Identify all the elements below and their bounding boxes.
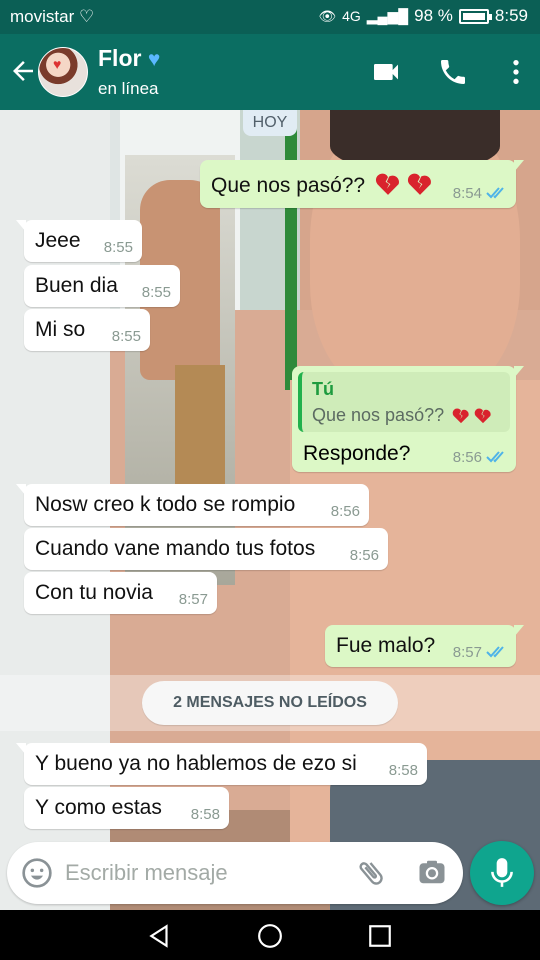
attach-icon[interactable] (355, 856, 387, 890)
message-incoming[interactable]: Y como estas 8:58 (24, 787, 229, 829)
message-text: Buen dia (35, 274, 118, 297)
broken-heart-icon (375, 173, 399, 195)
message-input[interactable] (65, 858, 345, 888)
message-text: Y como estas (35, 796, 162, 819)
message-text: Y bueno ya no hablemos de ezo si (35, 752, 357, 775)
message-time: 8:55 (103, 239, 133, 256)
mic-icon (491, 858, 513, 887)
message-time: 8:57 (178, 591, 208, 608)
battery-icon (458, 8, 492, 24)
nav-back-icon[interactable] (147, 923, 173, 949)
contact-status: en línea (98, 79, 159, 98)
message-time: 8:55 (141, 284, 171, 301)
message-incoming[interactable]: Mi so 8:55 (24, 309, 150, 351)
more-vert-icon[interactable] (500, 56, 532, 88)
message-time: 8:54 (452, 185, 482, 202)
network-label: 4G (342, 8, 361, 24)
message-time: 8:58 (190, 806, 220, 823)
message-time: 8:56 (349, 547, 379, 564)
date-chip: HOY (243, 110, 297, 136)
unread-divider: 2 MENSAJES NO LEÍDOS (0, 675, 540, 731)
chat-header: ♥ Flor ♥ en línea (0, 34, 540, 110)
quote-author: Tú (312, 379, 334, 399)
clock: 8:59 (494, 6, 528, 25)
signal-icon: ▂▄▆█ (366, 7, 409, 24)
message-text: Jeee (35, 229, 81, 252)
message-text: Nosw creo k todo se rompio (35, 493, 296, 516)
broken-heart-icon (474, 408, 491, 424)
unread-count-label: 2 MENSAJES NO LEÍDOS (142, 681, 398, 725)
message-time: 8:56 (330, 503, 360, 520)
emoji-icon[interactable] (21, 857, 53, 889)
back-arrow-icon[interactable] (8, 56, 38, 86)
phone-icon[interactable] (437, 56, 469, 88)
nav-recent-icon[interactable] (367, 923, 393, 949)
message-time: 8:57 (452, 644, 482, 661)
message-incoming[interactable]: Buen dia 8:55 (24, 265, 180, 307)
avatar[interactable]: ♥ (38, 47, 88, 97)
eye-icon: 👁 (318, 7, 337, 24)
heart-signal-icon: ♡ (78, 7, 95, 26)
wallpaper-frame (285, 110, 297, 390)
message-text: Responde? (303, 442, 411, 465)
camera-icon[interactable] (417, 857, 447, 887)
message-outgoing[interactable]: Fue malo? 8:57 (325, 625, 524, 667)
message-text: Mi so (35, 318, 86, 341)
mic-button[interactable] (470, 841, 534, 905)
contact-name[interactable]: Flor ♥ (98, 45, 160, 72)
message-text: Que nos pasó?? (211, 174, 366, 197)
message-text: Fue malo? (336, 634, 436, 657)
double-check-icon (486, 451, 504, 463)
heart-icon: ♥ (53, 56, 62, 72)
chat-area[interactable]: HOY Que nos pasó?? 8:54 Jeee 8:55 Buen d… (0, 110, 540, 910)
quote-text: Que nos pasó?? (312, 405, 445, 425)
double-check-icon (486, 187, 504, 199)
message-incoming[interactable]: Cuando vane mando tus fotos 8:56 (24, 528, 388, 570)
nav-home-icon[interactable] (257, 923, 283, 949)
broken-heart-icon (452, 408, 469, 424)
message-incoming[interactable]: Jeee 8:55 (16, 220, 142, 262)
system-nav-bar (0, 910, 540, 960)
message-text: Cuando vane mando tus fotos (35, 537, 316, 560)
battery-percent: 98 % (414, 6, 453, 25)
message-time: 8:55 (111, 328, 141, 345)
message-incoming[interactable]: Y bueno ya no hablemos de ezo si 8:58 (16, 743, 427, 785)
blue-heart-icon: ♥ (147, 48, 161, 71)
broken-heart-icon (407, 173, 431, 195)
message-time: 8:58 (388, 762, 418, 779)
message-outgoing-reply[interactable]: Tú Que nos pasó?? Responde? 8:56 (292, 366, 524, 472)
message-composer (7, 842, 463, 904)
wallpaper-figure-pants (175, 365, 225, 495)
quoted-message[interactable]: Tú Que nos pasó?? (298, 372, 510, 432)
message-incoming[interactable]: Nosw creo k todo se rompio 8:56 (16, 484, 369, 526)
status-bar: movistar ♡ 👁 4G ▂▄▆█ 98 % 8:59 (0, 0, 540, 34)
status-icons: 👁 4G ▂▄▆█ 98 % 8:59 (318, 6, 528, 26)
message-incoming[interactable]: Con tu novia 8:57 (24, 572, 217, 614)
message-outgoing[interactable]: Que nos pasó?? 8:54 (200, 160, 524, 208)
carrier-label: movistar ♡ (10, 7, 95, 26)
message-text: Con tu novia (35, 581, 153, 604)
message-time: 8:56 (452, 449, 482, 466)
double-check-icon (486, 646, 504, 658)
video-call-icon[interactable] (370, 56, 402, 88)
